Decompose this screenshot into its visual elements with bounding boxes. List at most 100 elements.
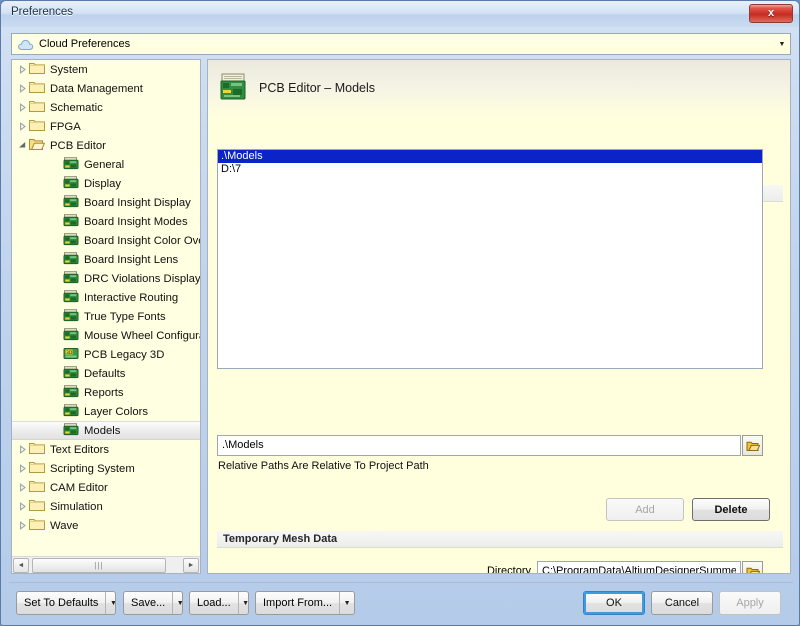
tree-item-true-type-fonts[interactable]: True Type Fonts xyxy=(12,307,200,326)
set-to-defaults-button[interactable]: Set To Defaults ▼ xyxy=(16,591,116,615)
tree-horizontal-scrollbar[interactable]: ◄ ||| ► xyxy=(12,556,200,573)
cancel-button[interactable]: Cancel xyxy=(651,591,713,615)
apply-button[interactable]: Apply xyxy=(719,591,781,615)
tree-item-system[interactable]: System xyxy=(12,60,200,79)
footer-divider xyxy=(9,582,793,583)
tree-item-label: Board Insight Display xyxy=(84,196,191,209)
path-list-item[interactable]: D:\7 xyxy=(218,163,762,176)
tree-item-reports[interactable]: Reports xyxy=(12,383,200,402)
folder-closed-icon xyxy=(29,81,45,97)
panel-header: PCB Editor – Models xyxy=(208,60,790,116)
tree-item-label: Text Editors xyxy=(50,443,110,456)
tree-item-label: Schematic xyxy=(50,101,103,114)
chevron-down-icon[interactable]: ▼ xyxy=(237,592,248,614)
load-button[interactable]: Load... ▼ xyxy=(189,591,249,615)
chevron-right-icon[interactable] xyxy=(16,481,29,494)
directory-row xyxy=(537,561,763,573)
tree-item-board-insight-modes[interactable]: Board Insight Modes xyxy=(12,212,200,231)
tree-item-board-insight-color-overrid[interactable]: Board Insight Color Overrid xyxy=(12,231,200,250)
title-bar: Preferences x xyxy=(1,1,799,27)
scrollbar-track[interactable]: ||| xyxy=(30,557,182,573)
tree-item-label: FPGA xyxy=(50,120,81,133)
chevron-right-icon[interactable] xyxy=(16,443,29,456)
tree-item-label: Models xyxy=(84,424,121,437)
path-input[interactable] xyxy=(217,435,741,456)
tree-item-cam-editor[interactable]: CAM Editor xyxy=(12,478,200,497)
pcb-page-icon xyxy=(63,194,79,211)
preferences-profile-combo[interactable]: Cloud Preferences ▼ xyxy=(11,33,791,55)
tree-item-label: Defaults xyxy=(84,367,126,380)
chevron-right-icon[interactable] xyxy=(16,462,29,475)
tree-item-board-insight-lens[interactable]: Board Insight Lens xyxy=(12,250,200,269)
chevron-down-icon[interactable]: ▼ xyxy=(774,34,790,54)
delete-button[interactable]: Delete xyxy=(692,498,770,521)
tree-item-text-editors[interactable]: Text Editors xyxy=(12,440,200,459)
chevron-right-icon[interactable] xyxy=(16,101,29,114)
tree-item-label: Board Insight Modes xyxy=(84,215,188,228)
tree-item-pcb-legacy-3d[interactable]: 3D PCB Legacy 3D xyxy=(12,345,200,364)
svg-text:3D: 3D xyxy=(66,350,73,356)
chevron-right-icon[interactable] xyxy=(16,519,29,532)
tree-item-models[interactable]: Models xyxy=(12,421,200,440)
save-label: Save... xyxy=(131,597,166,609)
pcb-page-icon xyxy=(63,403,79,420)
tree-item-label: Data Management xyxy=(50,82,143,95)
chevron-down-icon[interactable]: ▼ xyxy=(105,592,115,614)
pcb-page-icon xyxy=(63,422,79,439)
tree-item-label: Layer Colors xyxy=(84,405,149,418)
tree-item-label: PCB Legacy 3D xyxy=(84,348,165,361)
ok-button[interactable]: OK xyxy=(583,591,645,615)
tree-item-drc-violations-display[interactable]: DRC Violations Display xyxy=(12,269,200,288)
import-from-button[interactable]: Import From... ▼ xyxy=(255,591,355,615)
chevron-right-icon[interactable] xyxy=(16,500,29,513)
tree-item-data-management[interactable]: Data Management xyxy=(12,79,200,98)
tree-item-display[interactable]: Display xyxy=(12,174,200,193)
relative-path-note: Relative Paths Are Relative To Project P… xyxy=(218,460,429,472)
tree-item-scripting-system[interactable]: Scripting System xyxy=(12,459,200,478)
tree-item-general[interactable]: General xyxy=(12,155,200,174)
tree-item-wave[interactable]: Wave xyxy=(12,516,200,535)
pcb-page-icon xyxy=(63,232,79,249)
tree-item-defaults[interactable]: Defaults xyxy=(12,364,200,383)
tree-item-board-insight-display[interactable]: Board Insight Display xyxy=(12,193,200,212)
scroll-right-icon[interactable]: ► xyxy=(183,557,199,573)
tree-item-layer-colors[interactable]: Layer Colors xyxy=(12,402,200,421)
tree-item-label: Mouse Wheel Configuration xyxy=(84,329,200,342)
tree-item-interactive-routing[interactable]: Interactive Routing xyxy=(12,288,200,307)
folder-closed-icon xyxy=(29,518,45,534)
path-list-item[interactable]: .\Models xyxy=(218,150,762,163)
scroll-left-icon[interactable]: ◄ xyxy=(13,557,29,573)
save-button[interactable]: Save... ▼ xyxy=(123,591,183,615)
tree-item-label: Board Insight Lens xyxy=(84,253,179,266)
tree-item-simulation[interactable]: Simulation xyxy=(12,497,200,516)
tree-item-schematic[interactable]: Schematic xyxy=(12,98,200,117)
chevron-down-icon[interactable]: ▼ xyxy=(339,592,354,614)
folder-open-icon[interactable] xyxy=(742,435,763,456)
tree-item-pcb-editor[interactable]: PCB Editor xyxy=(12,136,200,155)
tree-item-fpga[interactable]: FPGA xyxy=(12,117,200,136)
chevron-down-icon[interactable] xyxy=(16,139,29,152)
folder-closed-icon xyxy=(29,480,45,496)
directory-input[interactable] xyxy=(537,561,741,573)
folder-open-icon[interactable] xyxy=(742,561,763,573)
model-search-path-list[interactable]: .\Models D:\7 xyxy=(217,149,763,369)
add-button[interactable]: Add xyxy=(606,498,684,521)
close-icon[interactable]: x xyxy=(749,4,793,23)
pcb-page-icon xyxy=(63,365,79,382)
chevron-down-icon[interactable]: ▼ xyxy=(172,592,182,614)
scrollbar-thumb[interactable]: ||| xyxy=(32,557,166,573)
chevron-right-icon[interactable] xyxy=(16,63,29,76)
tree-item-mouse-wheel-configuration[interactable]: Mouse Wheel Configuration xyxy=(12,326,200,345)
chevron-right-icon[interactable] xyxy=(16,82,29,95)
pcb-page-icon xyxy=(63,251,79,268)
chevron-right-icon[interactable] xyxy=(16,120,29,133)
page-title: PCB Editor – Models xyxy=(259,81,376,95)
